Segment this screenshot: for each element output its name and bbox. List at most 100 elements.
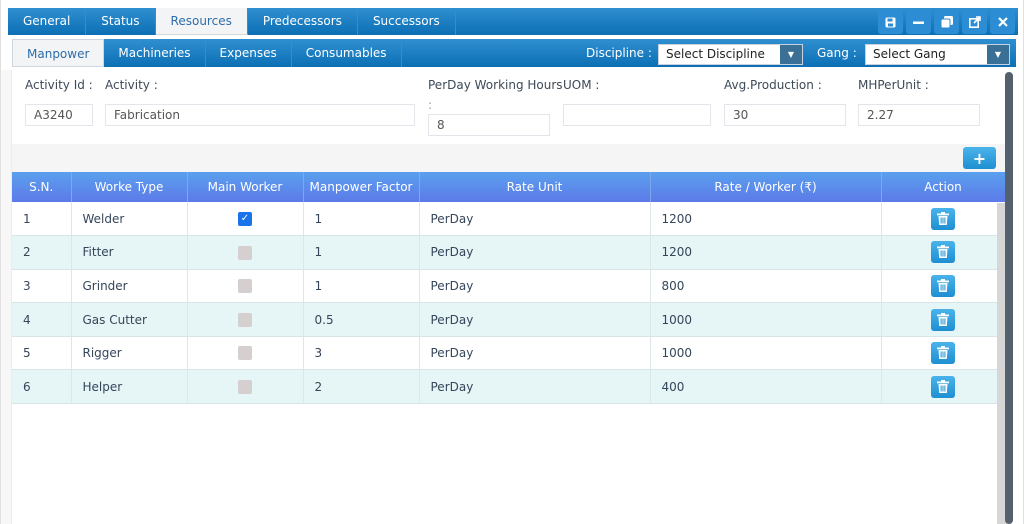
cell-main-worker [187, 269, 304, 304]
panel-scrollbar[interactable] [1005, 72, 1013, 524]
uom-label: UOM : [563, 78, 600, 92]
cell-manpower-factor: 1 [303, 235, 420, 270]
mh-per-unit-field[interactable]: 2.27 [858, 104, 980, 126]
tab-general[interactable]: General [8, 8, 87, 35]
minimize-icon [913, 21, 924, 24]
cell-rate-per-worker: 1200 [650, 202, 882, 237]
cell-worker-type: Gas Cutter [71, 302, 188, 337]
left-gutter [1, 70, 12, 524]
close-button[interactable] [990, 10, 1015, 34]
close-icon [997, 17, 1008, 27]
cell-manpower-factor: 1 [303, 269, 420, 304]
cell-rate-per-worker: 1000 [650, 336, 882, 371]
cell-action [881, 336, 1006, 371]
cell-rate-unit: PerDay [419, 235, 651, 270]
avg-production-field[interactable]: 30 [724, 104, 846, 126]
uom-field[interactable] [563, 104, 711, 126]
window-controls [878, 10, 1015, 34]
tab-successors[interactable]: Successors [358, 8, 456, 35]
subtab-manpower[interactable]: Manpower [12, 39, 105, 67]
grid-toolbar [12, 144, 1006, 172]
main-worker-checkbox[interactable] [238, 312, 252, 327]
gang-select[interactable]: Select Gang ▼ [865, 44, 1010, 65]
cell-main-worker [187, 369, 304, 405]
activity-label: Activity : [105, 78, 158, 92]
cell-sn: 4 [12, 302, 72, 337]
subtab-expenses[interactable]: Expenses [206, 39, 292, 67]
tab-resources[interactable]: Resources [155, 8, 248, 35]
cell-sn: 5 [12, 336, 72, 371]
cell-action [881, 369, 1006, 405]
main-worker-checkbox[interactable] [238, 245, 252, 260]
table-row[interactable]: 4 Gas Cutter 0.5 PerDay 1000 [12, 302, 1006, 337]
cell-sn: 1 [12, 202, 72, 237]
add-row-button[interactable]: + [963, 147, 996, 169]
cell-manpower-factor: 3 [303, 336, 420, 371]
cell-rate-unit: PerDay [419, 202, 651, 237]
cell-worker-type: Grinder [71, 269, 188, 304]
cell-rate-per-worker: 1200 [650, 235, 882, 270]
subtab-machineries[interactable]: Machineries [104, 39, 206, 67]
plus-icon: + [972, 148, 987, 168]
delete-row-button[interactable] [931, 274, 955, 297]
cell-manpower-factor: 2 [303, 369, 420, 405]
table-row[interactable]: 3 Grinder 1 PerDay 800 [12, 269, 1006, 304]
column-header-worker-type[interactable]: Worke Type [71, 172, 188, 202]
column-header-sn[interactable]: S.N. [12, 172, 72, 202]
cell-worker-type: Rigger [71, 336, 188, 371]
discipline-select-value: Select Discipline [666, 47, 765, 61]
restore-icon [940, 16, 953, 28]
table-row[interactable]: 2 Fitter 1 PerDay 1200 [12, 235, 1006, 270]
trash-icon [937, 211, 949, 225]
trash-icon [937, 245, 949, 259]
activity-id-field[interactable]: A3240 [25, 104, 93, 126]
discipline-select[interactable]: Select Discipline ▼ [658, 44, 803, 65]
main-worker-checkbox[interactable] [238, 380, 252, 395]
cell-manpower-factor: 1 [303, 202, 420, 237]
column-header-rate-unit[interactable]: Rate Unit [419, 172, 651, 202]
manpower-grid: S.N. Worke Type Main Worker Manpower Fac… [12, 172, 1006, 405]
delete-row-button[interactable] [931, 241, 955, 264]
delete-row-button[interactable] [931, 207, 955, 230]
column-header-rate-per-worker[interactable]: Rate / Worker (₹) [650, 172, 882, 202]
cell-sn: 2 [12, 235, 72, 270]
tab-predecessors[interactable]: Predecessors [248, 8, 358, 35]
activity-id-label: Activity Id : [25, 78, 93, 92]
gang-select-value: Select Gang [873, 47, 946, 61]
activity-field[interactable]: Fabrication [105, 104, 415, 126]
cell-rate-unit: PerDay [419, 369, 651, 405]
chevron-down-icon: ▼ [987, 45, 1009, 64]
main-tab-bar: General Status Resources Predecessors Su… [8, 8, 1018, 35]
column-header-action: Action [881, 172, 1006, 202]
perday-hours-field[interactable]: 8 [428, 114, 550, 136]
grid-header-row: S.N. Worke Type Main Worker Manpower Fac… [12, 172, 1006, 202]
tab-status[interactable]: Status [86, 8, 156, 35]
cell-rate-per-worker: 800 [650, 269, 882, 304]
main-worker-checkbox[interactable] [238, 279, 252, 294]
trash-icon [937, 346, 949, 360]
restore-button[interactable] [934, 10, 959, 34]
table-row[interactable]: 5 Rigger 3 PerDay 1000 [12, 336, 1006, 371]
table-row[interactable]: 1 Welder ✓ 1 PerDay 1200 [12, 202, 1006, 237]
activity-resources-window: General Status Resources Predecessors Su… [0, 0, 1024, 524]
cell-action [881, 202, 1006, 237]
trash-icon [937, 312, 949, 326]
main-worker-checkbox[interactable] [238, 346, 252, 361]
subtab-consumables[interactable]: Consumables [292, 39, 402, 67]
cell-rate-per-worker: 400 [650, 369, 882, 405]
discipline-label: Discipline : [586, 46, 652, 60]
table-row[interactable]: 6 Helper 2 PerDay 400 [12, 369, 1006, 405]
cell-rate-per-worker: 1000 [650, 302, 882, 337]
minimize-button[interactable] [906, 10, 931, 34]
save-button[interactable] [878, 10, 903, 34]
delete-row-button[interactable] [931, 375, 955, 398]
delete-row-button[interactable] [931, 308, 955, 331]
column-header-main-worker[interactable]: Main Worker [187, 172, 304, 202]
cell-main-worker [187, 235, 304, 270]
column-header-manpower-factor[interactable]: Manpower Factor [303, 172, 420, 202]
delete-row-button[interactable] [931, 342, 955, 365]
cell-main-worker: ✓ [187, 202, 304, 237]
main-worker-checkbox-checked[interactable]: ✓ [238, 211, 252, 226]
avg-production-label: Avg.Production : [724, 78, 822, 92]
popout-button[interactable] [962, 10, 987, 34]
